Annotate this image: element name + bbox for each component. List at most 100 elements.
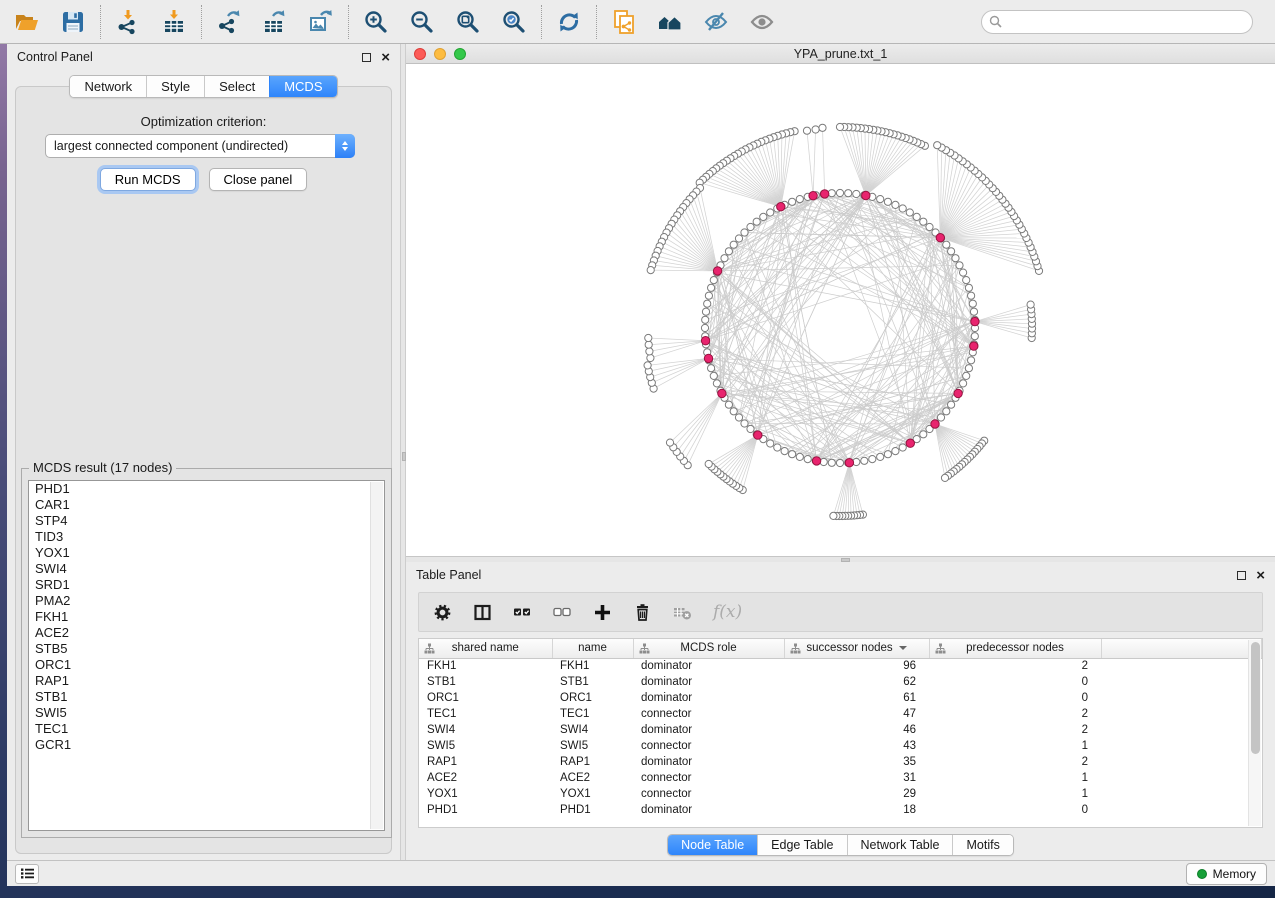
optimization-criterion-select[interactable]: largest connected component (undirected) bbox=[45, 134, 355, 158]
cell-successor_nodes[interactable]: 31 bbox=[784, 770, 929, 786]
table-scrollbar-thumb[interactable] bbox=[1251, 642, 1260, 754]
mcds-node[interactable] bbox=[971, 317, 979, 325]
mcds-result-item[interactable]: GCR1 bbox=[29, 737, 384, 753]
close-panel-button[interactable]: Close panel bbox=[209, 168, 308, 191]
cell-name[interactable]: RAP1 bbox=[552, 754, 633, 770]
cell-name[interactable]: FKH1 bbox=[552, 658, 633, 674]
mcds-node[interactable] bbox=[812, 457, 820, 465]
table-row-ACE2[interactable]: ACE2ACE2connector311 bbox=[419, 770, 1262, 786]
mcds-node[interactable] bbox=[931, 420, 939, 428]
cell-name[interactable]: YOX1 bbox=[552, 786, 633, 802]
tab-network[interactable]: Network bbox=[70, 76, 146, 97]
cell-shared_name[interactable]: YOX1 bbox=[419, 786, 552, 802]
zoom-in-icon[interactable] bbox=[363, 9, 389, 35]
cell-predecessor_nodes[interactable]: 2 bbox=[929, 706, 1101, 722]
mcds-result-item[interactable]: STB1 bbox=[29, 689, 384, 705]
mcds-node[interactable] bbox=[713, 267, 721, 275]
table-row-STB1[interactable]: STB1STB1dominator620 bbox=[419, 674, 1262, 690]
mcds-result-item[interactable]: PMA2 bbox=[29, 593, 384, 609]
cell-shared_name[interactable]: ORC1 bbox=[419, 690, 552, 706]
add-column-icon[interactable] bbox=[593, 603, 612, 622]
table-row-TEC1[interactable]: TEC1TEC1connector472 bbox=[419, 706, 1262, 722]
cell-mcds_role[interactable]: connector bbox=[633, 738, 784, 754]
mcds-result-item[interactable]: FKH1 bbox=[29, 609, 384, 625]
memory-button[interactable]: Memory bbox=[1186, 863, 1267, 885]
run-mcds-button[interactable]: Run MCDS bbox=[100, 168, 196, 191]
cell-successor_nodes[interactable]: 61 bbox=[784, 690, 929, 706]
mcds-result-item[interactable]: YOX1 bbox=[29, 545, 384, 561]
import-network-icon[interactable] bbox=[115, 9, 141, 35]
mcds-node[interactable] bbox=[936, 234, 944, 242]
mcds-result-item[interactable]: RAP1 bbox=[29, 673, 384, 689]
show-graphics-details-icon[interactable] bbox=[749, 9, 775, 35]
cell-predecessor_nodes[interactable]: 2 bbox=[929, 722, 1101, 738]
network-canvas[interactable] bbox=[406, 64, 1274, 556]
cell-shared_name[interactable]: SWI5 bbox=[419, 738, 552, 754]
table-row-YOX1[interactable]: YOX1YOX1connector291 bbox=[419, 786, 1262, 802]
table-settings-icon[interactable] bbox=[433, 603, 452, 622]
mcds-list-scrollbar[interactable] bbox=[370, 482, 383, 829]
zoom-selected-icon[interactable] bbox=[501, 9, 527, 35]
table-row-ORC1[interactable]: ORC1ORC1dominator610 bbox=[419, 690, 1262, 706]
import-table-icon[interactable] bbox=[161, 9, 187, 35]
cell-name[interactable]: ORC1 bbox=[552, 690, 633, 706]
cell-predecessor_nodes[interactable]: 2 bbox=[929, 754, 1101, 770]
cell-mcds_role[interactable]: dominator bbox=[633, 754, 784, 770]
table-row-FKH1[interactable]: FKH1FKH1dominator962 bbox=[419, 658, 1262, 674]
mcds-node[interactable] bbox=[701, 337, 709, 345]
tab-motifs[interactable]: Motifs bbox=[952, 835, 1012, 855]
table-row-PHD1[interactable]: PHD1PHD1dominator180 bbox=[419, 802, 1262, 818]
open-session-icon[interactable] bbox=[14, 9, 40, 35]
tab-style[interactable]: Style bbox=[146, 76, 204, 97]
export-network-icon[interactable] bbox=[216, 9, 242, 35]
cell-shared_name[interactable]: FKH1 bbox=[419, 658, 552, 674]
copy-network-view-icon[interactable] bbox=[611, 9, 637, 35]
cell-predecessor_nodes[interactable]: 0 bbox=[929, 674, 1101, 690]
export-image-icon[interactable] bbox=[308, 9, 334, 35]
cell-mcds_role[interactable]: dominator bbox=[633, 674, 784, 690]
zoom-fit-icon[interactable] bbox=[455, 9, 481, 35]
task-history-button[interactable] bbox=[15, 864, 39, 884]
tab-mcds[interactable]: MCDS bbox=[269, 76, 336, 97]
close-panel-icon[interactable]: × bbox=[381, 53, 390, 62]
cell-shared_name[interactable]: PHD1 bbox=[419, 802, 552, 818]
cell-name[interactable]: ACE2 bbox=[552, 770, 633, 786]
table-row-SWI4[interactable]: SWI4SWI4dominator462 bbox=[419, 722, 1262, 738]
mcds-result-item[interactable]: TID3 bbox=[29, 529, 384, 545]
mcds-result-item[interactable]: STP4 bbox=[29, 513, 384, 529]
mcds-node[interactable] bbox=[754, 431, 762, 439]
split-handle[interactable] bbox=[402, 452, 406, 461]
delete-table-icon[interactable] bbox=[673, 603, 692, 622]
mcds-result-item[interactable]: SRD1 bbox=[29, 577, 384, 593]
cell-mcds_role[interactable]: dominator bbox=[633, 722, 784, 738]
mcds-result-item[interactable]: CAR1 bbox=[29, 497, 384, 513]
float-panel-icon[interactable] bbox=[362, 53, 371, 62]
tab-edge-table[interactable]: Edge Table bbox=[757, 835, 846, 855]
mcds-node[interactable] bbox=[862, 191, 870, 199]
mcds-result-list[interactable]: PHD1CAR1STP4TID3YOX1SWI4SRD1PMA2FKH1ACE2… bbox=[28, 480, 385, 831]
hide-graphics-details-icon[interactable] bbox=[703, 9, 729, 35]
cell-name[interactable]: STB1 bbox=[552, 674, 633, 690]
cell-mcds_role[interactable]: dominator bbox=[633, 658, 784, 674]
mcds-result-item[interactable]: SWI4 bbox=[29, 561, 384, 577]
cell-successor_nodes[interactable]: 35 bbox=[784, 754, 929, 770]
cell-name[interactable]: SWI5 bbox=[552, 738, 633, 754]
tab-network-table[interactable]: Network Table bbox=[847, 835, 953, 855]
home-icon[interactable] bbox=[657, 9, 683, 35]
cell-mcds_role[interactable]: dominator bbox=[633, 802, 784, 818]
column-header-shared-name[interactable]: shared name bbox=[419, 639, 552, 658]
mcds-result-item[interactable]: PHD1 bbox=[29, 481, 384, 497]
column-header-MCDS-role[interactable]: MCDS role bbox=[633, 639, 784, 658]
cell-successor_nodes[interactable]: 62 bbox=[784, 674, 929, 690]
table-row-RAP1[interactable]: RAP1RAP1dominator352 bbox=[419, 754, 1262, 770]
column-header-predecessor-nodes[interactable]: predecessor nodes bbox=[929, 639, 1101, 658]
column-header-successor-nodes[interactable]: successor nodes bbox=[784, 639, 929, 658]
tab-node-table[interactable]: Node Table bbox=[668, 835, 757, 855]
split-handle[interactable] bbox=[841, 558, 850, 562]
cell-mcds_role[interactable]: dominator bbox=[633, 690, 784, 706]
cell-name[interactable]: PHD1 bbox=[552, 802, 633, 818]
cell-predecessor_nodes[interactable]: 1 bbox=[929, 770, 1101, 786]
table-scrollbar[interactable] bbox=[1248, 640, 1261, 826]
cell-shared_name[interactable]: RAP1 bbox=[419, 754, 552, 770]
cell-predecessor_nodes[interactable]: 1 bbox=[929, 738, 1101, 754]
